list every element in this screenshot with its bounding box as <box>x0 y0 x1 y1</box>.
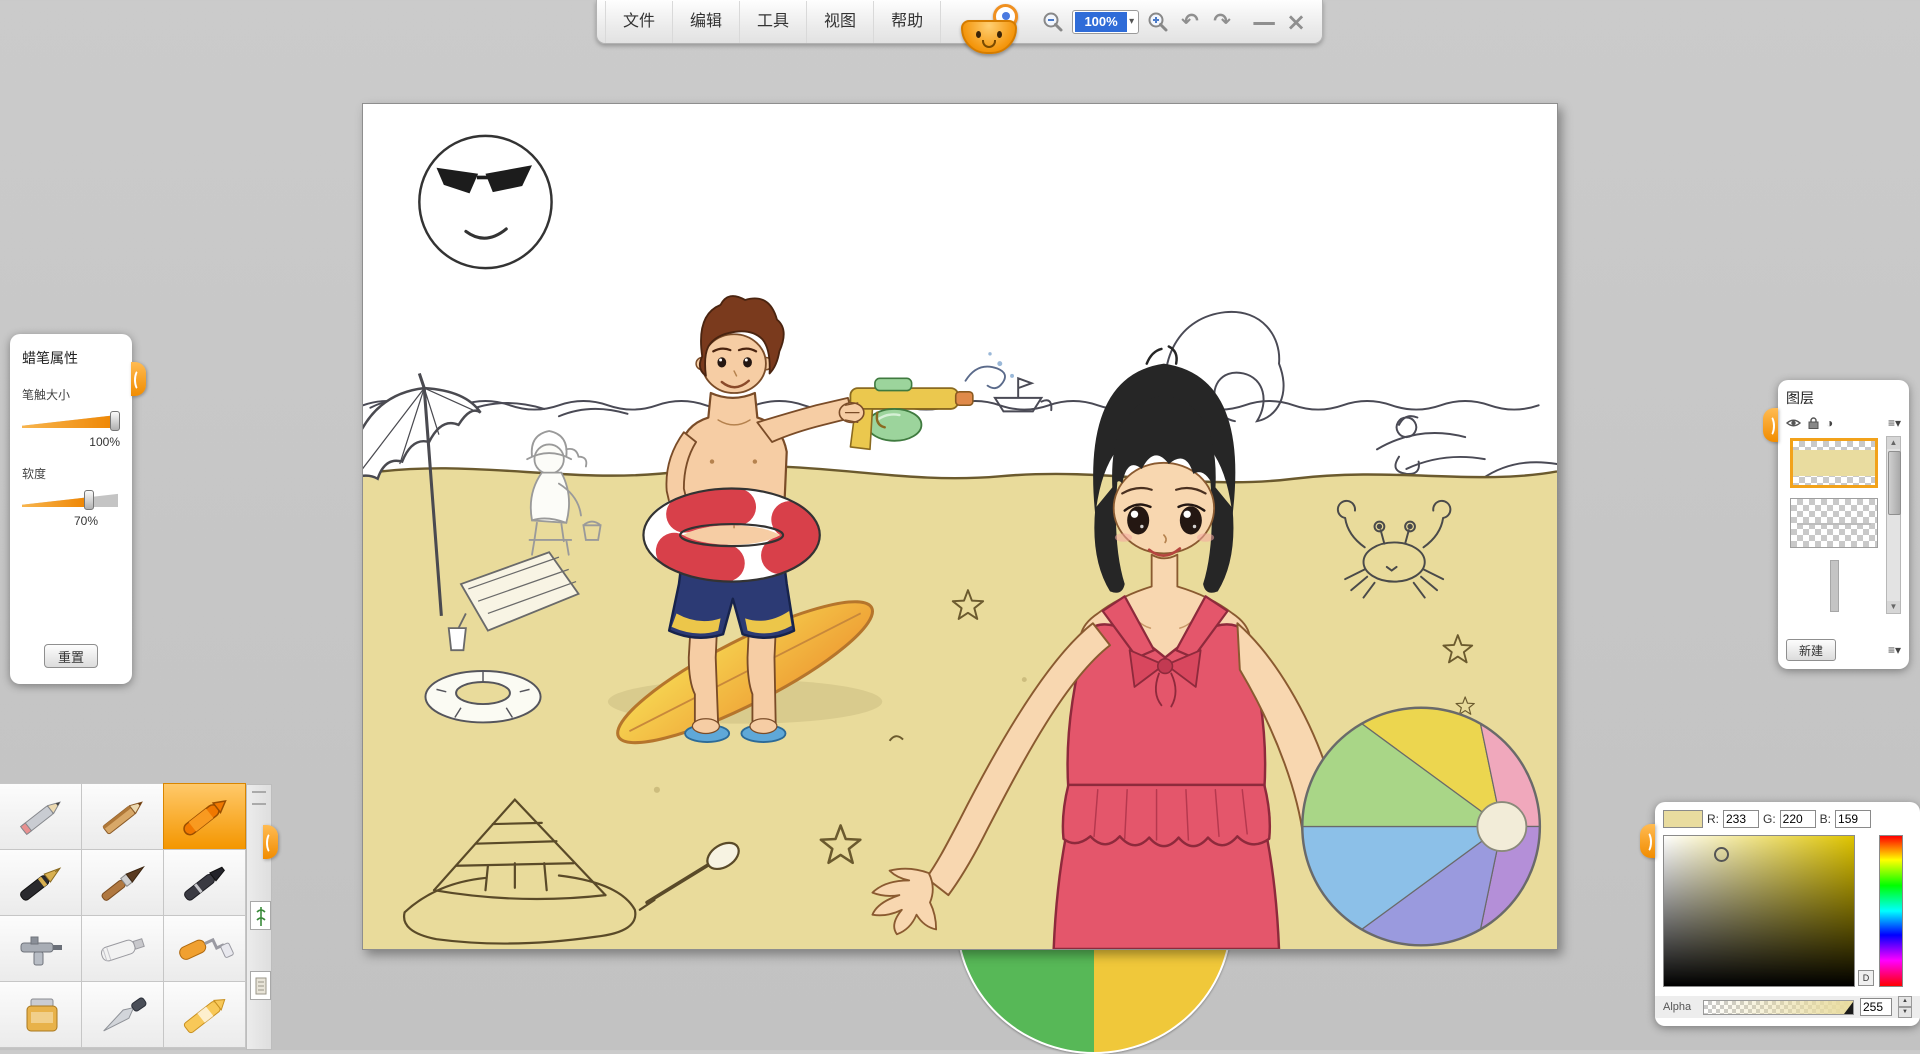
mascot-slot <box>941 0 1037 44</box>
tool-grid <box>0 784 246 1048</box>
color-picker-panel: R: G: B: D Alpha ▲ ▼ <box>1655 802 1920 1026</box>
panel-collapse-handle[interactable] <box>131 362 146 396</box>
tool-palette <box>0 784 272 1050</box>
zoom-input[interactable] <box>1075 12 1127 32</box>
crayon-properties-panel: 蜡笔属性 笔触大小 100% 软度 70% 重置 <box>10 334 132 684</box>
brush-size-slider-handle[interactable] <box>110 411 120 431</box>
layers-scrollbar[interactable]: ▲ ▼ <box>1886 436 1901 614</box>
redo-icon: ↷ <box>1213 11 1231 32</box>
g-label: G: <box>1763 812 1776 826</box>
layer-list: ▲ ▼ <box>1786 436 1901 614</box>
tool-colored-pencil[interactable] <box>81 783 164 850</box>
tool-fountain-pen[interactable] <box>0 849 82 916</box>
layers-panel-title: 图层 <box>1786 388 1901 408</box>
g-input[interactable] <box>1780 810 1816 828</box>
tool-paint-roller[interactable] <box>163 915 246 982</box>
softness-slider-handle[interactable] <box>84 490 94 510</box>
spinner-down-icon[interactable]: ▼ <box>1898 1007 1912 1018</box>
close-icon: × <box>1286 10 1306 34</box>
menu-edit[interactable]: 编辑 <box>673 1 740 43</box>
layer-1-content <box>1793 450 1875 476</box>
saturation-value-box[interactable] <box>1663 835 1855 987</box>
layer-item-2[interactable] <box>1790 498 1878 548</box>
tool-paint-brush[interactable] <box>81 849 164 916</box>
zoom-out-button[interactable] <box>1037 5 1069 39</box>
color-collapse-handle[interactable] <box>1640 824 1655 858</box>
alpha-spinner[interactable]: ▲ ▼ <box>1898 996 1912 1018</box>
tool-crayon[interactable] <box>163 783 246 850</box>
bamboo-brush-icon[interactable] <box>250 901 271 930</box>
brush-size-value: 100% <box>22 435 120 451</box>
lock-icon[interactable] <box>1808 417 1819 429</box>
undo-icon: ↶ <box>1181 11 1199 32</box>
layers-toolbar: ◑ ≡▾ <box>1786 414 1901 432</box>
visibility-eye-icon[interactable] <box>1786 418 1801 428</box>
reset-button[interactable]: 重置 <box>44 644 98 668</box>
b-input[interactable] <box>1835 810 1871 828</box>
tool-marker-pen[interactable] <box>163 849 246 916</box>
scroll-up-arrow[interactable]: ▲ <box>1887 437 1900 449</box>
alpha-input[interactable] <box>1860 998 1892 1016</box>
app-window: { "toolbar": { "menus": [ {"label": "文件"… <box>0 0 1920 1050</box>
r-input[interactable] <box>1723 810 1759 828</box>
beach-scene-artwork <box>363 104 1557 949</box>
layer-options-icon[interactable]: ≡▾ <box>1888 643 1901 657</box>
r-label: R: <box>1707 812 1719 826</box>
alpha-label: Alpha <box>1663 1001 1697 1013</box>
redo-button[interactable]: ↷ <box>1206 5 1238 39</box>
zoom-dropdown-caret[interactable]: ▾ <box>1127 16 1136 27</box>
menu-tools[interactable]: 工具 <box>740 1 807 43</box>
scroll-down-arrow[interactable]: ▼ <box>1887 601 1900 613</box>
palette-side-strip <box>246 784 272 1050</box>
current-color-swatch[interactable] <box>1663 810 1703 828</box>
mascot-face-icon[interactable] <box>961 20 1017 54</box>
spinner-up-icon[interactable]: ▲ <box>1898 996 1912 1007</box>
tool-paint-tube[interactable] <box>81 915 164 982</box>
close-button[interactable]: × <box>1280 5 1312 39</box>
menu-view[interactable]: 视图 <box>807 1 874 43</box>
layer-item-1[interactable] <box>1790 438 1878 488</box>
tool-palette-knife[interactable] <box>81 981 164 1048</box>
softness-slider[interactable] <box>22 490 120 510</box>
default-color-button[interactable]: D <box>1858 970 1874 986</box>
brush-size-slider[interactable] <box>22 411 120 431</box>
drawing-canvas[interactable] <box>362 103 1558 950</box>
hue-strip[interactable] <box>1879 835 1903 987</box>
layers-collapse-handle[interactable] <box>1763 408 1778 442</box>
scroll-tool-icon[interactable] <box>250 971 271 1000</box>
palette-collapse-handle[interactable] <box>263 825 278 859</box>
brush-size-label: 笔触大小 <box>22 386 120 403</box>
scrollbar-thumb[interactable] <box>1888 451 1901 515</box>
minimize-icon: — <box>1252 10 1276 34</box>
tool-oil-pastel[interactable] <box>163 981 246 1048</box>
menu-help[interactable]: 帮助 <box>874 1 941 43</box>
sun <box>419 136 551 268</box>
softness-label: 软度 <box>22 465 120 482</box>
layers-panel: 图层 ◑ ≡▾ ▲ ▼ 新建 ≡▾ <box>1778 380 1909 669</box>
crayon-panel-title: 蜡笔属性 <box>22 348 120 368</box>
minimize-button[interactable]: — <box>1248 5 1280 39</box>
magnifier-minus-icon <box>1042 11 1064 33</box>
softness-value: 70% <box>22 514 120 530</box>
beach-ball <box>1302 708 1540 946</box>
alpha-slider-handle[interactable] <box>1844 1002 1853 1014</box>
tool-pencil[interactable] <box>0 783 82 850</box>
zoom-level-field: ▾ <box>1072 10 1139 34</box>
layer-list-groove <box>1830 560 1839 612</box>
main-toolbar: 文件 编辑 工具 视图 帮助 ▾ ↶ ↷ — × <box>596 0 1323 44</box>
zoom-in-button[interactable] <box>1142 5 1174 39</box>
b-label: B: <box>1820 812 1831 826</box>
alpha-slider[interactable] <box>1703 1000 1854 1015</box>
strip-grip[interactable] <box>252 791 266 805</box>
new-layer-button[interactable]: 新建 <box>1786 639 1836 661</box>
tool-airbrush[interactable] <box>0 915 82 982</box>
magnifier-plus-icon <box>1147 11 1169 33</box>
tool-paint-jar[interactable] <box>0 981 82 1048</box>
sv-cursor[interactable] <box>1714 847 1729 862</box>
undo-button[interactable]: ↶ <box>1174 5 1206 39</box>
alpha-row: Alpha ▲ ▼ <box>1655 996 1920 1018</box>
blend-mode-icon[interactable]: ◑ <box>1826 416 1833 430</box>
layers-menu-icon[interactable]: ≡▾ <box>1888 416 1901 430</box>
menu-file[interactable]: 文件 <box>605 1 673 43</box>
